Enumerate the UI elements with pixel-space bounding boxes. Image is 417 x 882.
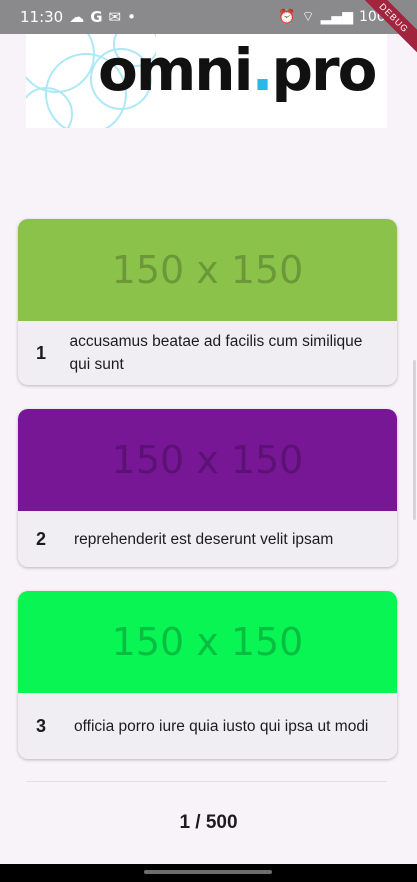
- home-gesture-handle[interactable]: [144, 870, 272, 874]
- dot-icon: •: [127, 8, 136, 26]
- gmail-icon: ✉: [108, 8, 122, 26]
- card-image-placeholder: 150 x 150: [18, 591, 397, 693]
- status-bar: 11:30 ☁ G ✉ • ⏰ ⌔ ▂▄▆ 100%: [0, 0, 417, 34]
- google-icon: G: [90, 8, 103, 26]
- list-item[interactable]: 150 x 150 1 accusamus beatae ad facilis …: [18, 219, 397, 385]
- card-title: reprehenderit est deserunt velit ipsam: [74, 530, 334, 548]
- card-image-label: 150 x 150: [111, 248, 304, 292]
- brand-logo: omni.pro: [26, 34, 387, 128]
- signal-icon: ▂▄▆: [320, 9, 353, 25]
- card-number: 1: [36, 342, 47, 363]
- card-image-placeholder: 150 x 150: [18, 409, 397, 511]
- list-item[interactable]: 150 x 150 2 reprehenderit est deserunt v…: [18, 409, 397, 567]
- clock: 11:30: [20, 8, 64, 26]
- list-item[interactable]: 150 x 150 3 officia porro iure quia iust…: [18, 591, 397, 759]
- alarm-icon: ⏰: [278, 9, 296, 25]
- card-image-placeholder: 150 x 150: [18, 219, 397, 321]
- cloud-icon: ☁: [69, 8, 85, 26]
- wifi-icon: ⌔: [301, 9, 315, 25]
- card-number: 2: [36, 528, 47, 549]
- divider: [26, 781, 387, 782]
- card-image-label: 150 x 150: [111, 438, 304, 482]
- system-nav-bar: [0, 864, 417, 882]
- pagination-indicator: 1 / 500: [179, 812, 238, 833]
- card-title: accusamus beatae ad facilis cum similiqu…: [69, 333, 363, 373]
- scrollbar[interactable]: [413, 360, 416, 520]
- card-title: officia porro iure quia iusto qui ipsa u…: [74, 717, 369, 735]
- logo-wordmark: omni.pro: [98, 36, 377, 104]
- card-number: 3: [36, 715, 47, 736]
- card-image-label: 150 x 150: [111, 620, 304, 664]
